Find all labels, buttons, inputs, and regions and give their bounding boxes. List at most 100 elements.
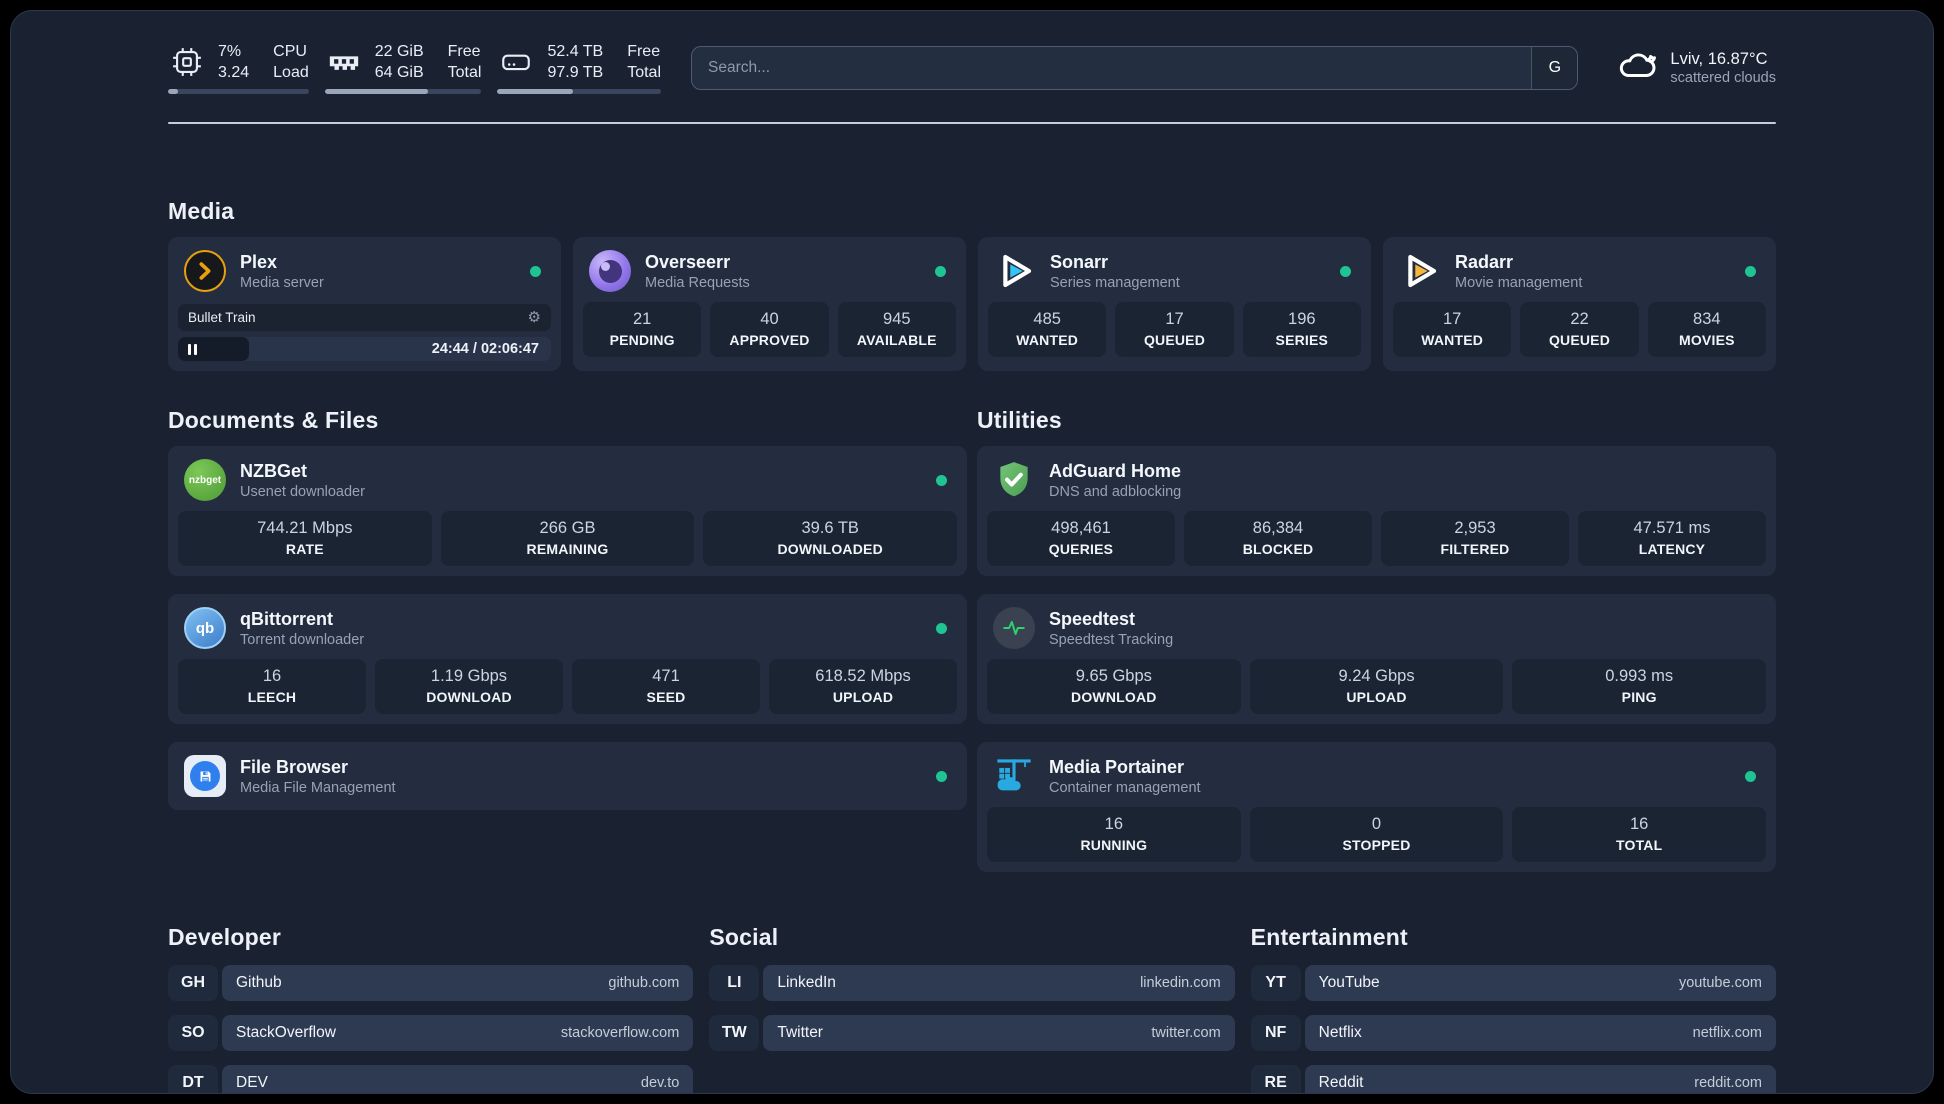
speedtest-pulse-icon <box>993 607 1035 649</box>
documents-section-title: Documents & Files <box>168 407 379 433</box>
stat-label: LEECH <box>247 689 297 705</box>
app-card-adguard[interactable]: AdGuard Home DNS and adblocking 498,461 … <box>977 446 1776 576</box>
stat-box: 196 SERIES <box>1242 302 1361 357</box>
playback-progress-bar[interactable]: 24:44 / 02:06:47 <box>178 337 551 361</box>
disk-metric: 52.4 TB 97.9 TB Free Total <box>497 41 661 94</box>
app-name: Speedtest <box>1049 608 1136 629</box>
bookmark-github[interactable]: GH Github github.com <box>168 965 694 1001</box>
search-engine-button[interactable]: G <box>1531 46 1578 89</box>
stat-label: PENDING <box>609 332 675 348</box>
app-card-plex[interactable]: Plex Media server Bullet Train ⚙ 24:44 /… <box>168 237 561 371</box>
section-media: Media Plex Media server Bullet Train ⚙ 2… <box>168 198 1776 371</box>
bookmark-url: linkedin.com <box>1140 975 1221 991</box>
app-subtitle: Movie management <box>1455 274 1583 291</box>
top-bar: 7% 3.24 CPU Load 22 GiB 64 GiB Free Tota… <box>168 41 1776 94</box>
cpu-load-label: Load <box>273 64 309 81</box>
adguard-shield-icon <box>993 459 1035 501</box>
stat-label: STOPPED <box>1342 837 1411 853</box>
app-subtitle: Usenet downloader <box>240 483 365 500</box>
stat-value: 834 <box>1693 310 1721 328</box>
system-metrics: 7% 3.24 CPU Load 22 GiB 64 GiB Free Tota… <box>168 41 661 94</box>
app-name: Plex <box>240 251 278 272</box>
stat-label: DOWNLOADED <box>777 541 883 557</box>
stat-box: 40 APPROVED <box>710 302 829 357</box>
bookmark-abbr: TW <box>709 1015 760 1051</box>
app-card-overseerr[interactable]: Overseerr Media Requests 21 PENDING 40 A… <box>573 237 966 371</box>
bookmark-youtube[interactable]: YT YouTube youtube.com <box>1250 965 1776 1001</box>
pause-icon[interactable] <box>188 343 200 355</box>
bookmark-netflix[interactable]: NF Netflix netflix.com <box>1250 1015 1776 1051</box>
bookmark-abbr: YT <box>1250 965 1301 1001</box>
app-name: File Browser <box>240 756 349 777</box>
stat-value: 40 <box>760 310 779 328</box>
stat-box: 86,384 BLOCKED <box>1184 511 1372 566</box>
stat-value: 17 <box>1165 310 1184 328</box>
gear-icon[interactable]: ⚙ <box>528 310 541 325</box>
bookmark-name: Reddit <box>1318 1074 1364 1091</box>
status-online-dot <box>1340 265 1351 277</box>
disk-total: 97.9 TB <box>547 64 604 81</box>
bookmark-twitter[interactable]: TW Twitter twitter.com <box>709 1015 1235 1051</box>
stat-label: WANTED <box>1016 332 1079 348</box>
stat-label: SERIES <box>1275 332 1329 348</box>
social-section-title: Social <box>709 924 779 950</box>
app-subtitle: DNS and adblocking <box>1049 483 1182 500</box>
stat-label: PING <box>1621 689 1657 705</box>
disk-progress-fill <box>497 89 573 94</box>
cpu-metric: 7% 3.24 CPU Load <box>168 41 309 94</box>
app-card-portainer[interactable]: Media Portainer Container management 16 … <box>977 742 1776 872</box>
sonarr-icon <box>994 250 1036 292</box>
bookmark-dev[interactable]: DT DEV dev.to <box>168 1065 694 1093</box>
bookmark-name: Twitter <box>777 1024 823 1041</box>
stat-value: 22 <box>1570 310 1589 328</box>
memory-metric: 22 GiB 64 GiB Free Total <box>324 41 482 94</box>
app-name: Radarr <box>1455 251 1514 272</box>
status-online-dot <box>1745 265 1756 277</box>
stat-value: 21 <box>632 310 652 328</box>
nzbget-icon: nzbget <box>184 459 226 501</box>
stat-box: 834 MOVIES <box>1647 302 1766 357</box>
filebrowser-icon <box>184 755 226 797</box>
plex-icon <box>184 250 226 292</box>
stat-value: 0 <box>1371 815 1382 833</box>
stat-box: 39.6 TB DOWNLOADED <box>703 511 958 566</box>
bookmark-url: twitter.com <box>1151 1025 1221 1041</box>
bookmark-url: youtube.com <box>1678 975 1762 991</box>
stat-value: 266 GB <box>539 519 596 537</box>
bookmark-name: StackOverflow <box>236 1024 336 1041</box>
search-input[interactable] <box>692 46 1532 89</box>
stat-value: 9.24 Gbps <box>1338 667 1415 685</box>
app-card-sonarr[interactable]: Sonarr Series management 485 WANTED 17 Q… <box>978 237 1371 371</box>
media-section-title: Media <box>168 198 235 224</box>
memory-free-label: Free <box>447 43 481 60</box>
app-card-qbittorrent[interactable]: qb qBittorrent Torrent downloader 16 LEE… <box>168 594 967 724</box>
app-card-speedtest[interactable]: Speedtest Speedtest Tracking 9.65 Gbps D… <box>977 594 1776 724</box>
bookmark-reddit[interactable]: RE Reddit reddit.com <box>1250 1065 1776 1093</box>
dashboard: 7% 3.24 CPU Load 22 GiB 64 GiB Free Tota… <box>10 10 1934 1094</box>
weather-location-temp: Lviv, 16.87°C <box>1670 49 1768 68</box>
stat-box: 17 WANTED <box>1393 302 1512 357</box>
bookmark-linkedin[interactable]: LI LinkedIn linkedin.com <box>709 965 1235 1001</box>
stat-box: 21 PENDING <box>583 302 702 357</box>
app-card-filebrowser[interactable]: File Browser Media File Management <box>168 742 967 810</box>
bookmark-stackoverflow[interactable]: SO StackOverflow stackoverflow.com <box>168 1015 694 1051</box>
stat-label: RATE <box>285 541 324 557</box>
developer-section-title: Developer <box>168 924 282 950</box>
search-bar: G <box>691 45 1579 90</box>
status-online-dot <box>530 265 541 277</box>
app-card-radarr[interactable]: Radarr Movie management 17 WANTED 22 QUE… <box>1383 237 1776 371</box>
section-entertainment: Entertainment YT YouTube youtube.com NF … <box>1250 924 1776 1093</box>
stat-value: 485 <box>1033 310 1061 328</box>
stat-value: 618.52 Mbps <box>815 667 911 685</box>
memory-progress-track <box>324 89 482 94</box>
stat-value: 471 <box>652 667 680 685</box>
stat-box: 945 AVAILABLE <box>837 302 956 357</box>
section-utilities: Utilities AdGuard Home DNS and adblockin… <box>977 407 1776 872</box>
app-card-nzbget[interactable]: nzbget NZBGet Usenet downloader 744.21 M… <box>168 446 967 576</box>
utilities-section-title: Utilities <box>977 407 1062 433</box>
stat-box: 9.65 Gbps DOWNLOAD <box>987 659 1241 714</box>
app-name: Overseerr <box>645 251 731 272</box>
now-playing-bar[interactable]: Bullet Train ⚙ <box>178 304 551 331</box>
stat-value: 39.6 TB <box>801 519 859 537</box>
bookmark-url: reddit.com <box>1694 1075 1762 1091</box>
